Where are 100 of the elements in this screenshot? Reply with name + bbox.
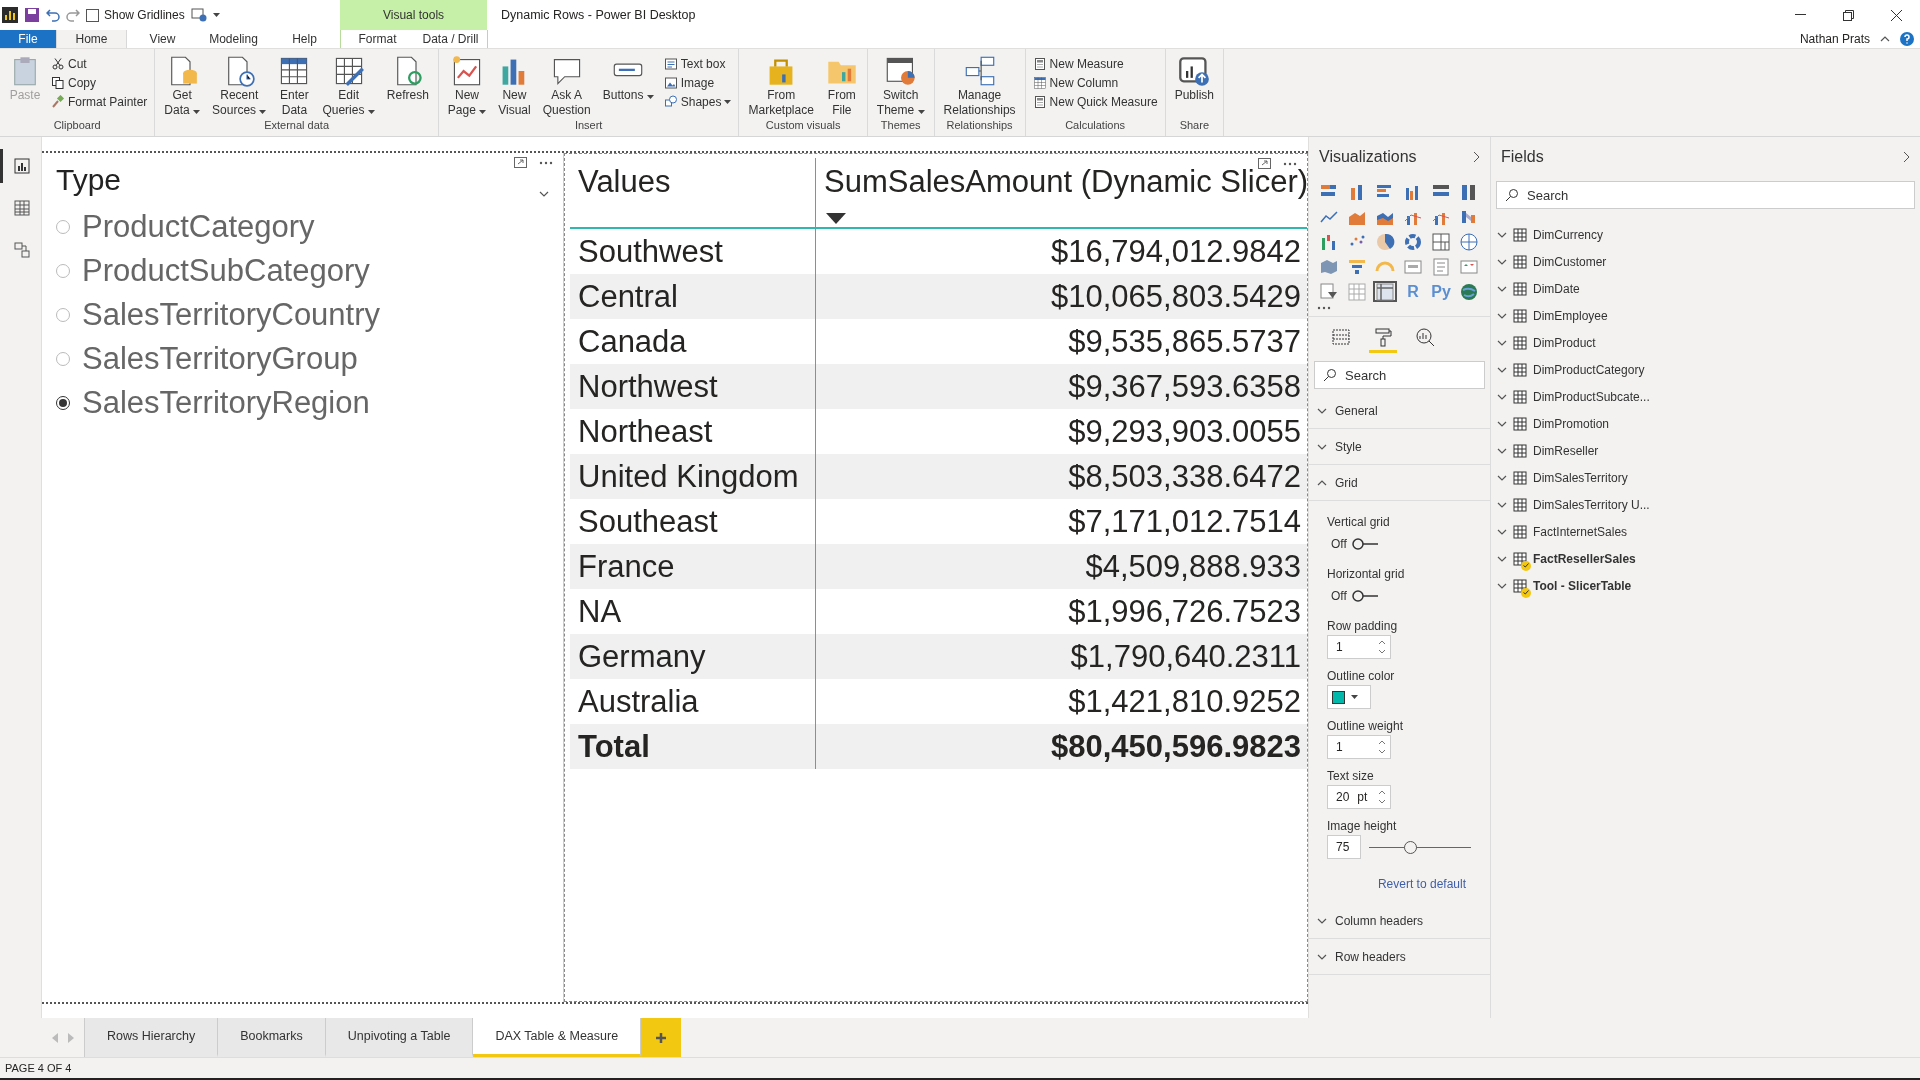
- chevron-down-icon: [1497, 582, 1507, 589]
- ribbon-button[interactable]: Publish: [1169, 53, 1219, 119]
- page-tab[interactable]: Rows Hierarchy: [85, 1018, 219, 1057]
- slicer-option[interactable]: SalesTerritoryRegion: [56, 381, 563, 425]
- more-options-icon[interactable]: [539, 160, 553, 165]
- ribbon-button[interactable]: Manage Relationships: [938, 53, 1021, 119]
- visual-type-button[interactable]: [1373, 281, 1397, 302]
- ribbon-button[interactable]: Enter Data: [273, 53, 316, 119]
- slicer-option[interactable]: SalesTerritoryCountry: [56, 293, 563, 337]
- setting-label: Outline weight: [1327, 719, 1405, 733]
- field-table-name[interactable]: DimProductCategory: [1533, 362, 1645, 377]
- ribbon-button[interactable]: Copy: [48, 74, 151, 92]
- spinner-arrows-icon[interactable]: [1378, 639, 1386, 655]
- ribbon-button[interactable]: Refresh: [381, 53, 434, 119]
- ribbon-tab[interactable]: File: [0, 30, 56, 48]
- spinner-arrows-icon[interactable]: [1378, 739, 1386, 755]
- setting-label: Horizontal grid: [1327, 567, 1406, 581]
- field-table-name[interactable]: DimDate: [1533, 281, 1580, 296]
- ribbon-button[interactable]: New Measure: [1029, 55, 1161, 73]
- field-table-name[interactable]: DimProductSubcate...: [1533, 389, 1650, 404]
- ribbon-button[interactable]: Text box: [660, 55, 735, 73]
- slicer-option[interactable]: ProductCategory: [56, 205, 563, 249]
- number-field[interactable]: 20 pt: [1327, 785, 1391, 809]
- format-section[interactable]: Column headers: [1309, 903, 1490, 939]
- color-picker[interactable]: [1327, 685, 1371, 709]
- undo-icon[interactable]: [46, 8, 60, 22]
- field-table-name[interactable]: DimReseller: [1533, 443, 1599, 458]
- field-table-name[interactable]: DimCurrency: [1533, 227, 1603, 242]
- focus-mode-icon[interactable]: [514, 157, 527, 168]
- text-box-icon: [663, 57, 678, 71]
- ribbon-button[interactable]: Format Painter: [48, 93, 151, 111]
- spinner-arrows-icon[interactable]: [1378, 789, 1386, 805]
- save-icon[interactable]: [24, 7, 40, 23]
- ribbon-button[interactable]: Edit Queries: [317, 53, 380, 119]
- ribbon-button[interactable]: Switch Theme: [871, 53, 930, 119]
- visual-type-button[interactable]: [1429, 231, 1453, 252]
- ribbon-button[interactable]: New Page: [442, 53, 492, 119]
- slicer-option[interactable]: SalesTerritoryGroup: [56, 337, 563, 381]
- field-table-name[interactable]: DimProduct: [1533, 335, 1596, 350]
- add-page-button[interactable]: [641, 1018, 682, 1057]
- toggle-state: Off: [1331, 537, 1347, 551]
- slicer-title: Type: [56, 163, 122, 198]
- table-cell: United Kingdom: [570, 454, 815, 499]
- show-gridlines-checkbox[interactable]: Show Gridlines: [86, 8, 185, 22]
- chevron-right-icon[interactable]: [1473, 151, 1480, 163]
- more-options-icon[interactable]: [1283, 161, 1297, 166]
- ribbon-button[interactable]: From File: [820, 53, 863, 119]
- ribbon-tab[interactable]: Home: [56, 30, 127, 48]
- toggle-switch[interactable]: [1350, 537, 1379, 551]
- search-field[interactable]: Search: [1496, 181, 1915, 209]
- focus-mode-icon[interactable]: [1258, 158, 1271, 169]
- slider-thumb[interactable]: [1403, 840, 1417, 854]
- slicer-option[interactable]: ProductSubCategory: [56, 249, 563, 293]
- field-table-name[interactable]: FactResellerSales: [1533, 551, 1636, 566]
- number-field[interactable]: 75: [1327, 835, 1361, 859]
- redo-icon[interactable]: [66, 8, 80, 22]
- ribbon-button[interactable]: New Quick Measure: [1029, 93, 1161, 111]
- visual-type-button[interactable]: [1457, 231, 1481, 252]
- minimize-icon[interactable]: [1794, 14, 1806, 16]
- field-table-name[interactable]: DimSalesTerritory U...: [1533, 497, 1650, 512]
- ribbon-button[interactable]: From Marketplace: [743, 53, 819, 119]
- ribbon-button[interactable]: Get Data: [159, 53, 206, 119]
- table-icon: [1513, 227, 1527, 242]
- field-table-name[interactable]: DimCustomer: [1533, 254, 1607, 269]
- ribbon-button[interactable]: Buttons: [597, 53, 659, 119]
- restore-icon[interactable]: [1842, 9, 1854, 21]
- ribbon-button[interactable]: Cut: [48, 55, 151, 73]
- more-visuals-icon[interactable]: [1317, 306, 1331, 310]
- calculator-icon: [1032, 57, 1047, 71]
- treemap-icon: [1431, 231, 1451, 252]
- help-icon[interactable]: [1900, 32, 1914, 46]
- plus-icon: [655, 1031, 668, 1044]
- search-field[interactable]: Search: [1314, 361, 1485, 389]
- ribbon-button[interactable]: New Visual: [493, 53, 536, 119]
- page-tab[interactable]: Bookmarks: [218, 1018, 326, 1057]
- number-field[interactable]: 1: [1327, 735, 1391, 759]
- format-section[interactable]: Style: [1309, 429, 1490, 465]
- ribbon-button[interactable]: Shapes: [660, 93, 735, 111]
- setting-label: Vertical grid: [1327, 515, 1391, 529]
- ribbon-button[interactable]: Recent Sources: [207, 53, 272, 119]
- ribbon-button[interactable]: Ask A Question: [537, 53, 596, 119]
- field-table-name[interactable]: FactInternetSales: [1533, 524, 1628, 539]
- format-section[interactable]: General: [1309, 393, 1490, 429]
- scissors-icon: [51, 57, 65, 71]
- page-tab[interactable]: DAX Table & Measure: [473, 1018, 642, 1057]
- ribbon-button[interactable]: New Column: [1029, 74, 1161, 92]
- format-section[interactable]: Row headers: [1309, 939, 1490, 975]
- revert-link[interactable]: Revert to default: [1377, 877, 1466, 891]
- field-table-name[interactable]: Tool - SlicerTable: [1533, 578, 1632, 593]
- ribbon-group-label: Clipboard: [52, 119, 102, 133]
- number-field[interactable]: 1: [1327, 635, 1391, 659]
- format-section[interactable]: Grid: [1309, 465, 1490, 501]
- chevron-right-icon[interactable]: [1903, 151, 1910, 163]
- toggle-switch[interactable]: [1350, 589, 1379, 603]
- page-tab[interactable]: Unpivoting a Table: [325, 1018, 474, 1057]
- field-table-name[interactable]: DimPromotion: [1533, 416, 1610, 431]
- close-icon[interactable]: [1890, 9, 1902, 21]
- field-table-name[interactable]: DimSalesTerritory: [1533, 470, 1628, 485]
- ribbon-button[interactable]: Image: [660, 74, 735, 92]
- field-table-name[interactable]: DimEmployee: [1533, 308, 1608, 323]
